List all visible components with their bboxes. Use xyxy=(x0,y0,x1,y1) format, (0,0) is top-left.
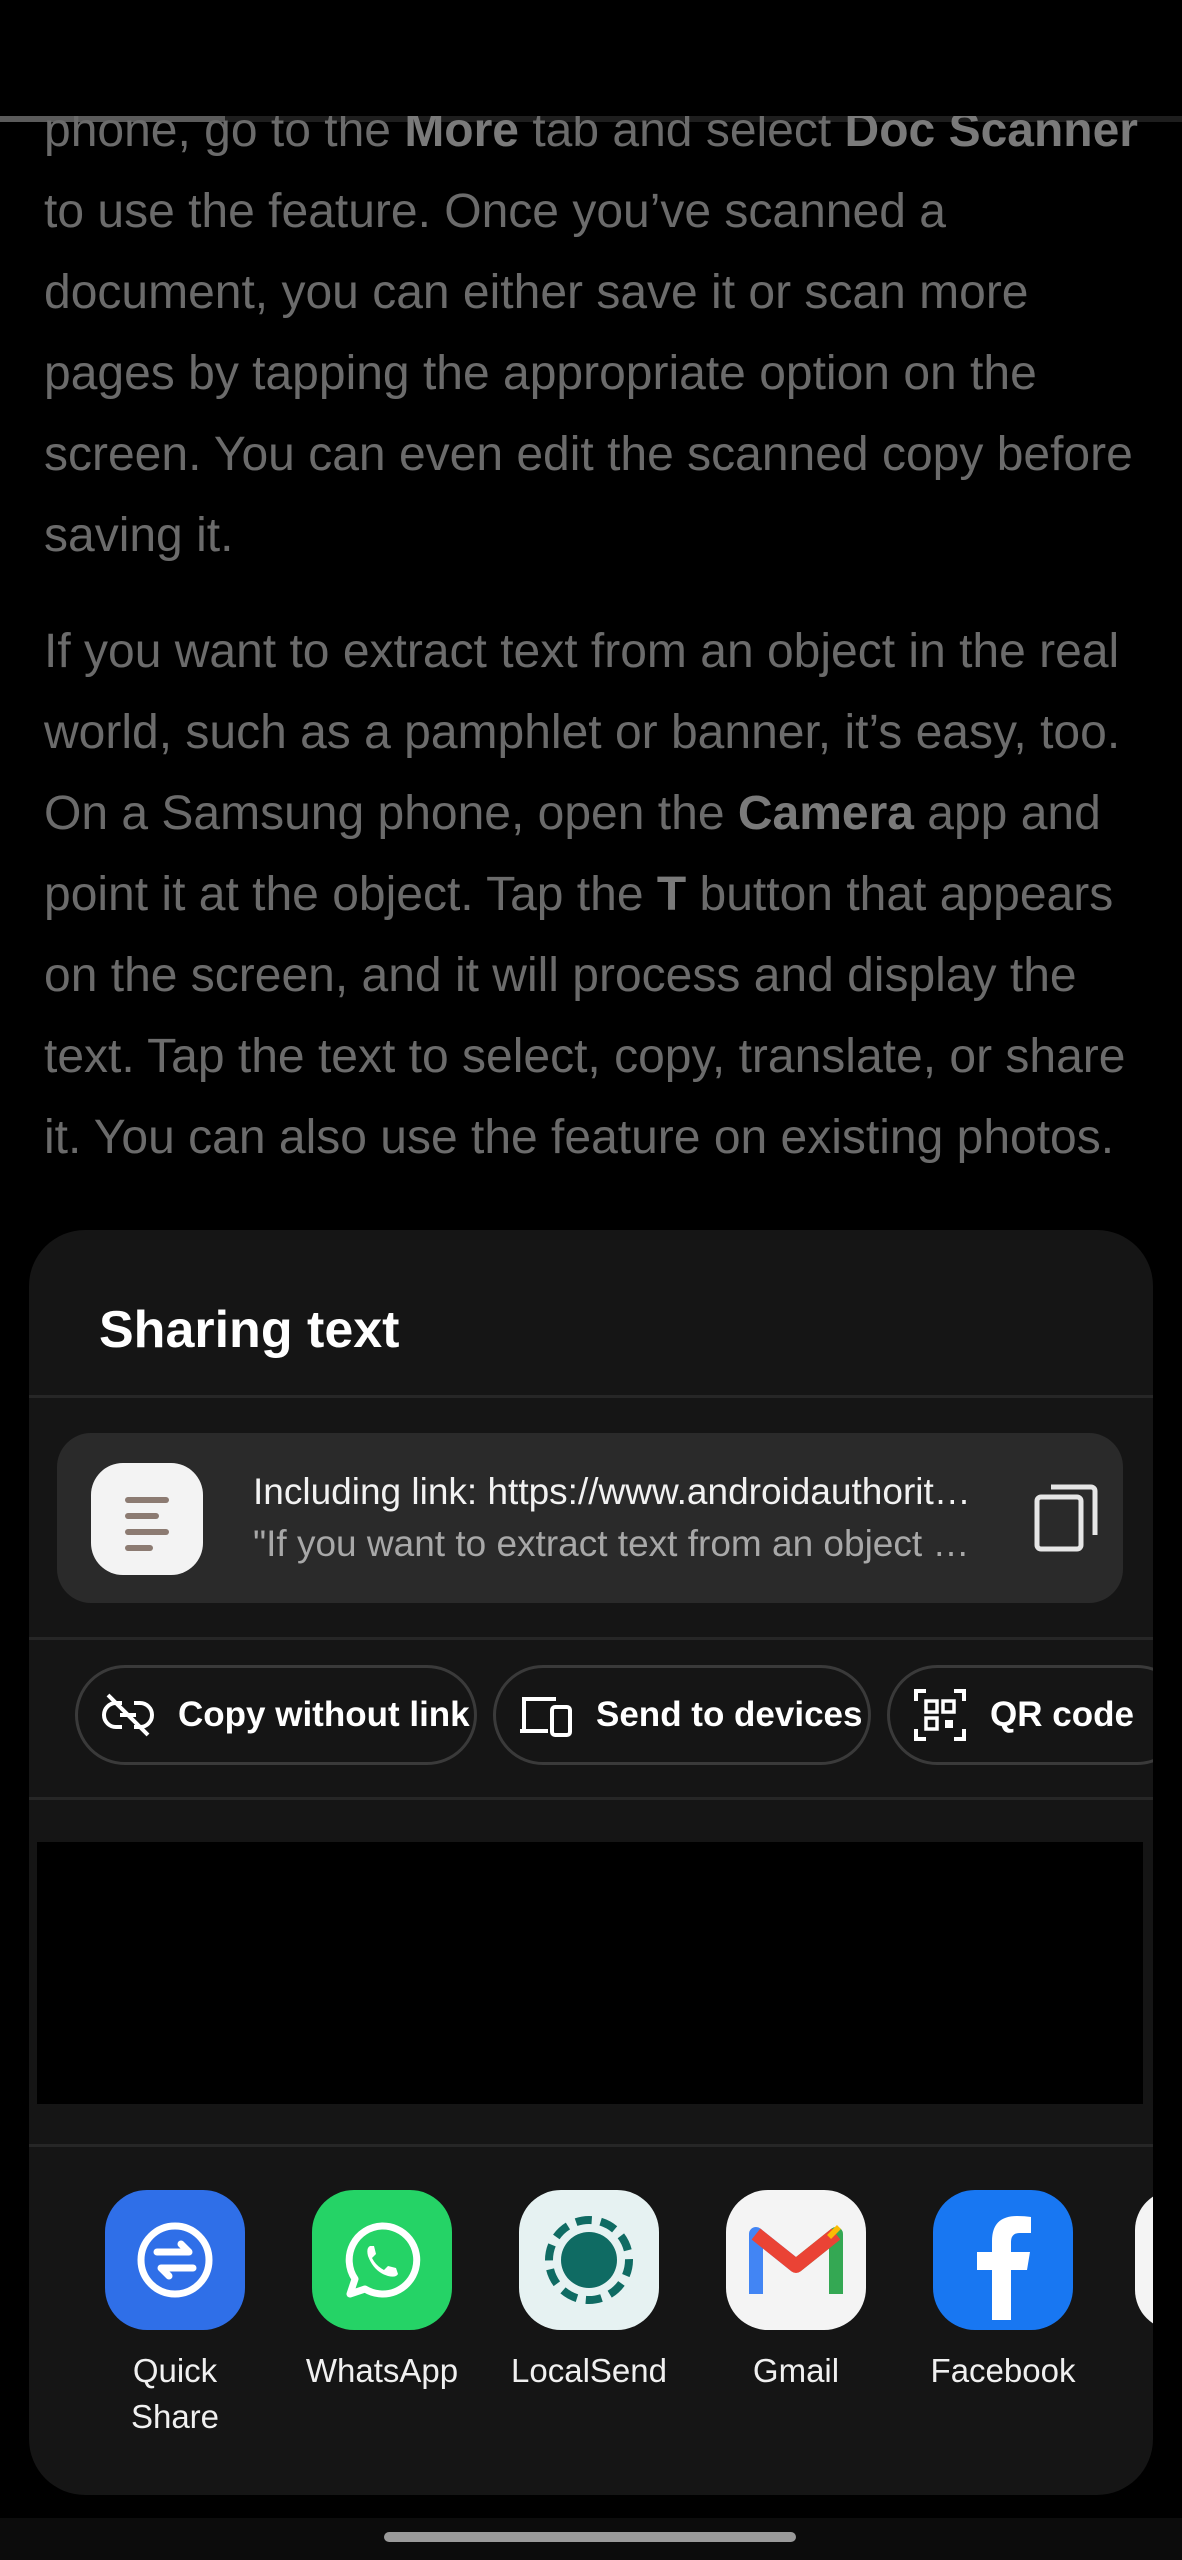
quick-share-icon xyxy=(105,2190,245,2330)
bold-text: Camera xyxy=(737,787,914,840)
divider xyxy=(29,1797,1153,1800)
app-whatsapp[interactable]: WhatsApp xyxy=(282,2190,482,2394)
whatsapp-icon xyxy=(312,2190,452,2330)
article-paragraph-1: phone, go to the More tab and select Doc… xyxy=(44,90,1144,576)
localsend-icon xyxy=(519,2190,659,2330)
app-label: WhatsApp xyxy=(305,2352,459,2389)
app-label: LocalSend xyxy=(511,2352,667,2389)
app-label: Quick Share xyxy=(130,2352,220,2435)
divider xyxy=(29,1395,1153,1398)
top-status-area xyxy=(0,0,1182,116)
bold-text: T xyxy=(656,868,687,921)
preview-quote-text: "If you want to extract text from an obj… xyxy=(253,1523,973,1564)
chip-label: Copy without link xyxy=(178,1695,470,1734)
app-gmail[interactable]: Gmail xyxy=(696,2190,896,2394)
copy-icon[interactable] xyxy=(1033,1481,1101,1553)
share-sheet: Sharing text Including link: https://www… xyxy=(29,1230,1153,2495)
text-run: to use the feature. Once you’ve scanned … xyxy=(44,185,1133,562)
app-partial-next[interactable] xyxy=(1135,2190,1153,2330)
home-indicator[interactable] xyxy=(384,2532,796,2542)
app-label: Gmail xyxy=(752,2352,840,2389)
text-document-icon xyxy=(91,1463,203,1575)
link-off-icon xyxy=(102,1693,154,1737)
chip-label: Send to devices xyxy=(596,1695,863,1734)
chip-label: QR code xyxy=(990,1695,1134,1734)
copy-without-link-button[interactable]: Copy without link xyxy=(75,1665,477,1765)
app-share-row: Quick Share WhatsApp LocalSend Gmail Fac… xyxy=(29,2190,1153,2450)
sheet-title: Sharing text xyxy=(99,1301,400,1359)
share-preview-card: Including link: https://www.androidautho… xyxy=(57,1433,1123,1603)
qr-code-button[interactable]: QR code xyxy=(887,1665,1153,1765)
qr-code-icon xyxy=(914,1689,966,1741)
app-label: Facebook xyxy=(930,2352,1076,2389)
nearby-devices-area xyxy=(37,1842,1143,2104)
send-to-devices-button[interactable]: Send to devices xyxy=(493,1665,871,1765)
app-quick-share[interactable]: Quick Share xyxy=(75,2190,275,2440)
devices-icon xyxy=(520,1697,572,1737)
divider xyxy=(29,1637,1153,1640)
article-paragraph-2: If you want to extract text from an obje… xyxy=(44,611,1144,1178)
gmail-icon xyxy=(726,2190,866,2330)
divider xyxy=(29,2144,1153,2147)
app-facebook[interactable]: Facebook xyxy=(903,2190,1103,2394)
preview-link-text: Including link: https://www.androidautho… xyxy=(253,1471,973,1512)
app-localsend[interactable]: LocalSend xyxy=(489,2190,689,2394)
facebook-icon xyxy=(933,2190,1073,2330)
